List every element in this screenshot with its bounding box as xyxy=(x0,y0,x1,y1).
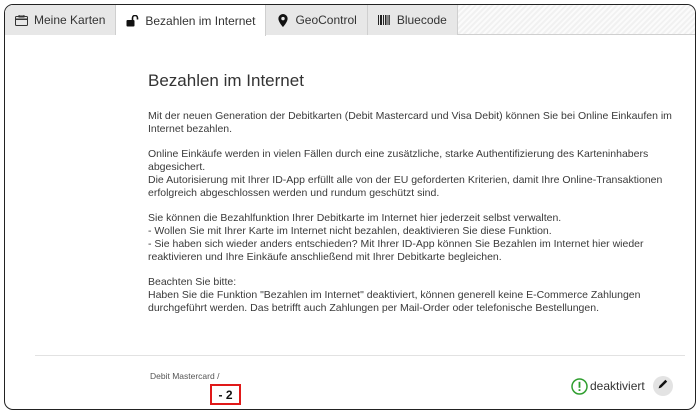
text-line: Online Einkäufe werden in vielen Fällen … xyxy=(148,148,649,173)
card-type-label: Debit Mastercard / xyxy=(150,371,220,381)
tab-bezahlen-im-internet[interactable]: Bezahlen im Internet xyxy=(116,5,267,36)
text-line: Sie können die Bezahlfunktion Ihrer Debi… xyxy=(148,212,562,224)
page-title: Bezahlen im Internet xyxy=(148,71,304,90)
text-line: - Wollen Sie mit Ihrer Karte im Internet… xyxy=(148,225,552,237)
tab-label: Bluecode xyxy=(396,13,447,27)
main-content: Bezahlen im Internet Mit der neuen Gener… xyxy=(148,71,678,327)
text-line: - Sie haben sich wieder anders entschied… xyxy=(148,238,644,263)
tab-label: GeoControl xyxy=(295,13,357,27)
exclamation-circle-icon xyxy=(571,377,588,395)
tab-bluecode[interactable]: Bluecode xyxy=(367,5,458,35)
text-line: Mit der neuen Generation der Debitkarten… xyxy=(148,110,672,135)
paragraph-authentication: Online Einkäufe werden in vielen Fällen … xyxy=(148,148,678,200)
pencil-icon xyxy=(657,377,669,395)
tab-meine-karten[interactable]: Meine Karten xyxy=(5,5,117,35)
text-line: Die Autorisierung mit Ihrer ID-App erfül… xyxy=(148,174,663,199)
app-frame: Meine Karten Bezahlen im Internet GeoCon… xyxy=(4,4,696,410)
paragraph-manage: Sie können die Bezahlfunktion Ihrer Debi… xyxy=(148,212,678,264)
text-line: Haben Sie die Funktion "Bezahlen im Inte… xyxy=(148,289,641,314)
map-pin-icon xyxy=(276,13,289,27)
tab-geocontrol[interactable]: GeoControl xyxy=(266,5,368,35)
barcode-icon xyxy=(378,14,391,27)
card-icon xyxy=(15,14,28,27)
unlock-icon xyxy=(126,14,139,27)
edit-button[interactable] xyxy=(652,376,673,396)
tab-label: Meine Karten xyxy=(34,13,106,27)
tab-bar: Meine Karten Bezahlen im Internet GeoCon… xyxy=(5,5,695,36)
paragraph-intro: Mit der neuen Generation der Debitkarten… xyxy=(148,110,678,136)
card-status: deaktiviert xyxy=(571,376,673,396)
divider xyxy=(35,355,685,356)
paragraph-notice: Beachten Sie bitte: Haben Sie die Funkti… xyxy=(148,276,678,315)
text-line: Beachten Sie bitte: xyxy=(148,276,237,288)
card-number-highlight: - 2 xyxy=(210,384,241,405)
tab-label: Bezahlen im Internet xyxy=(145,13,256,28)
status-text: deaktiviert xyxy=(590,379,645,393)
card-number: - 2 xyxy=(218,387,233,402)
